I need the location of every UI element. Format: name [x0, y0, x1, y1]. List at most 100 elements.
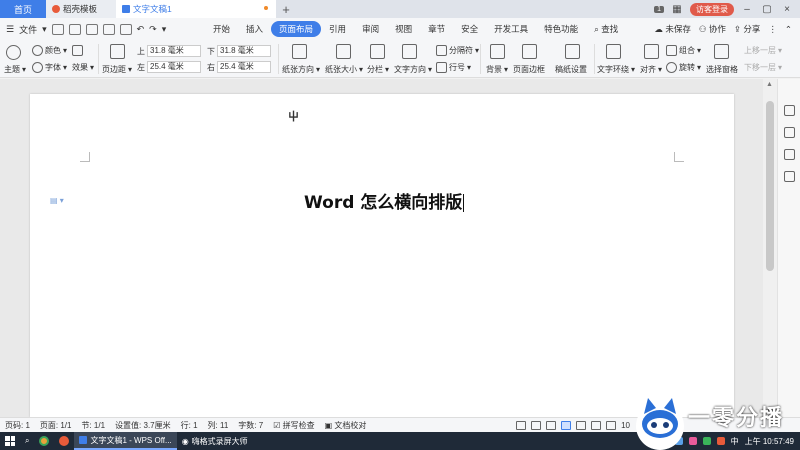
minimize-icon[interactable]: – — [740, 4, 754, 15]
send-backward-button[interactable]: 下移一层 ▾ — [744, 62, 782, 73]
margin-bottom-input[interactable]: 31.8 毫米 — [217, 45, 271, 57]
save-icon[interactable] — [68, 23, 81, 35]
tab-features[interactable]: 特色功能 — [536, 21, 586, 37]
collapse-ribbon-icon[interactable]: ⌃ — [785, 24, 792, 35]
break-button[interactable]: 分隔符 ▾ — [436, 45, 479, 56]
pen-icon[interactable] — [784, 105, 795, 116]
settings-sliders-icon[interactable] — [784, 149, 795, 160]
redo-icon[interactable]: ↷ — [149, 24, 157, 35]
file-menu[interactable]: 文件 — [19, 23, 37, 36]
align-label-button[interactable]: 对齐 ▾ — [640, 64, 662, 75]
paper-setup-label-button[interactable]: 稿纸设置 — [555, 64, 587, 75]
cursor-icon[interactable] — [784, 127, 795, 138]
tab-developer[interactable]: 开发工具 — [486, 21, 536, 37]
reading-mode-icon[interactable] — [531, 420, 542, 430]
share-button[interactable]: ⇪ 分享 — [734, 23, 761, 35]
taskbar-app-recorder[interactable]: ◉ 嗨格式录屏大师 — [177, 432, 253, 450]
new-tab-button[interactable]: + — [276, 0, 296, 18]
columns-button[interactable] — [370, 44, 385, 59]
preview-icon[interactable] — [102, 23, 115, 35]
background-label-button[interactable]: 背景 ▾ — [486, 64, 508, 75]
tab-template[interactable]: 稻壳模板 — [46, 0, 116, 18]
select-pane-button[interactable] — [714, 44, 729, 59]
orientation-label-button[interactable]: 纸张方向 ▾ — [282, 64, 320, 75]
status-row[interactable]: 行: 1 — [176, 420, 203, 431]
undo-icon[interactable]: ↶ — [137, 24, 145, 35]
margin-top-input[interactable]: 31.8 毫米 — [147, 45, 201, 57]
window-count-badge[interactable]: 1 — [654, 5, 664, 13]
margin-button[interactable] — [110, 44, 125, 59]
close-icon[interactable]: × — [780, 4, 794, 15]
scroll-thumb[interactable] — [766, 101, 774, 271]
background-button[interactable] — [490, 44, 505, 59]
size-button[interactable] — [336, 44, 351, 59]
scroll-up-icon[interactable]: ▲ — [766, 81, 773, 88]
tab-reference[interactable]: 引用 — [321, 21, 354, 37]
tab-start[interactable]: 开始 — [205, 21, 238, 37]
export-icon[interactable] — [119, 23, 132, 35]
unsaved-status[interactable]: ☁ 未保存 — [654, 23, 690, 35]
effect-button[interactable]: 效果 ▾ — [72, 62, 94, 73]
vertical-scrollbar[interactable]: ▲ ▼ — [763, 79, 777, 417]
more-icon[interactable]: ▾ — [162, 24, 167, 35]
help-icon[interactable] — [784, 171, 795, 182]
paragraph-handle-icon[interactable]: ▤ ▾ — [50, 196, 64, 205]
tab-security[interactable]: 安全 — [453, 21, 486, 37]
page-border-label-button[interactable]: 页面边框 — [513, 64, 545, 75]
ime-indicator[interactable]: 中 — [731, 436, 739, 447]
status-col[interactable]: 列: 11 — [203, 420, 234, 431]
columns-label-button[interactable]: 分栏 ▾ — [367, 64, 389, 75]
tray-icon-1[interactable] — [660, 437, 669, 445]
orientation-button[interactable] — [292, 44, 307, 59]
tray-icon-5[interactable] — [716, 437, 725, 445]
fullscreen-icon[interactable] — [516, 420, 527, 430]
more-menu-icon[interactable]: ⋮ — [768, 24, 777, 35]
select-pane-label-button[interactable]: 选择窗格 — [706, 64, 738, 75]
font-button[interactable]: 字体 ▾ — [32, 62, 67, 73]
write-mode-icon[interactable] — [591, 420, 602, 430]
zoom-level[interactable]: 10 — [621, 421, 630, 430]
hamburger-icon[interactable]: ☰ — [6, 24, 14, 35]
collab-button[interactable]: ⚇ 协作 — [699, 23, 726, 35]
tab-document[interactable]: 文字文稿1 — [116, 0, 276, 18]
taskbar-app-writer[interactable]: 文字文稿1 - WPS Off... — [74, 432, 177, 450]
start-button[interactable] — [0, 436, 20, 446]
tab-home[interactable]: 首页 — [0, 0, 46, 18]
group-button[interactable]: 组合 ▾ — [666, 45, 701, 56]
tray-icon-3[interactable] — [688, 437, 697, 445]
theme-label-button[interactable]: 主题 ▾ — [4, 64, 26, 75]
tray-icon-2[interactable] — [674, 437, 683, 445]
tray-icon-4[interactable] — [702, 437, 711, 445]
text-wrap-label-button[interactable]: 文字环绕 ▾ — [597, 64, 635, 75]
grid-icon[interactable]: ▦ — [670, 4, 684, 15]
margin-right-input[interactable]: 25.4 毫米 — [217, 61, 271, 73]
page-view-icon[interactable] — [561, 420, 572, 430]
outline-icon[interactable] — [546, 420, 557, 430]
tab-insert[interactable]: 插入 — [238, 21, 271, 37]
status-page-count[interactable]: 页面: 1/1 — [35, 420, 77, 431]
print-icon[interactable] — [85, 23, 98, 35]
tab-review[interactable]: 审阅 — [354, 21, 387, 37]
tab-view[interactable]: 视图 — [387, 21, 420, 37]
chrome-taskbar-button[interactable] — [34, 432, 54, 450]
tab-page-layout[interactable]: 页面布局 — [271, 21, 322, 37]
proofread-button[interactable]: ▣ 文档校对 — [320, 420, 372, 431]
status-section[interactable]: 节: 1/1 — [76, 420, 110, 431]
text-wrap-button[interactable] — [606, 44, 621, 59]
tab-chapter[interactable]: 章节 — [420, 21, 453, 37]
text-direction-button[interactable] — [402, 44, 417, 59]
bring-forward-button[interactable]: 上移一层 ▾ — [744, 45, 782, 56]
eye-protect-icon[interactable] — [606, 420, 617, 430]
search-taskbar-button[interactable]: ⌕ — [20, 432, 34, 450]
paper-setup-button[interactable] — [565, 44, 580, 59]
align-button[interactable] — [644, 44, 659, 59]
page-border-button[interactable] — [522, 44, 537, 59]
margin-label-button[interactable]: 页边距 ▾ — [102, 64, 132, 75]
status-page-no[interactable]: 页码: 1 — [0, 420, 35, 431]
size-label-button[interactable]: 纸张大小 ▾ — [325, 64, 363, 75]
document-page[interactable]: 屮 ▤ ▾ Word 怎么横向排版 — [30, 94, 734, 417]
chevron-down-icon[interactable]: ▾ — [42, 24, 47, 35]
status-words[interactable]: 字数: 7 — [233, 420, 268, 431]
scroll-down-icon[interactable]: ▼ — [766, 408, 773, 415]
clock[interactable]: 上午 10:57:49 — [745, 436, 794, 447]
